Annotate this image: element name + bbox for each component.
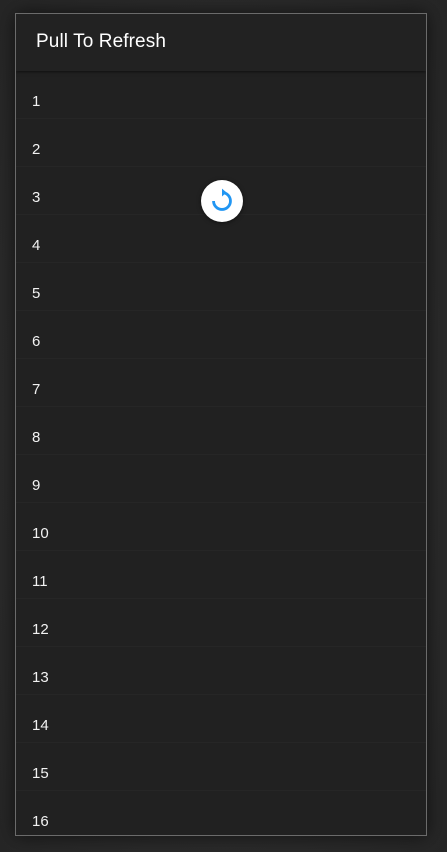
list-item[interactable]: 12 [16,599,426,647]
list-item[interactable]: 10 [16,503,426,551]
list-item[interactable]: 11 [16,551,426,599]
list-item-label: 14 [32,717,49,734]
list-item[interactable]: 4 [16,215,426,263]
app-bar: Pull To Refresh [16,14,426,71]
refresh-indicator [201,180,243,222]
list-item[interactable]: 1 [16,71,426,119]
list-item-label: 10 [32,525,49,542]
list-item-label: 6 [32,333,41,350]
list-item-label: 16 [32,813,49,830]
list-item-label: 3 [32,189,41,206]
list-item-label: 15 [32,765,49,782]
list-item-label: 8 [32,429,41,446]
app-window: Pull To Refresh 1 2 3 4 5 6 7 8 9 10 11 … [15,13,427,836]
list-item-label: 11 [32,573,48,590]
list-item[interactable]: 5 [16,263,426,311]
refresh-icon [212,188,232,211]
list-item-label: 1 [32,93,41,110]
list-item[interactable]: 9 [16,455,426,503]
list-item[interactable]: 14 [16,695,426,743]
list-item[interactable]: 8 [16,407,426,455]
list-item[interactable]: 7 [16,359,426,407]
list-item[interactable]: 2 [16,119,426,167]
list-item-label: 4 [32,237,41,254]
app-bar-title: Pull To Refresh [36,31,166,52]
list-item-label: 2 [32,141,41,158]
list-item-label: 13 [32,669,49,686]
list-item-label: 12 [32,621,49,638]
list-item[interactable]: 13 [16,647,426,695]
list-item-label: 5 [32,285,41,302]
list-item-label: 9 [32,477,41,494]
list-item-label: 7 [32,381,41,398]
list-item[interactable]: 16 [16,791,426,835]
list-item[interactable]: 6 [16,311,426,359]
list-item[interactable]: 15 [16,743,426,791]
